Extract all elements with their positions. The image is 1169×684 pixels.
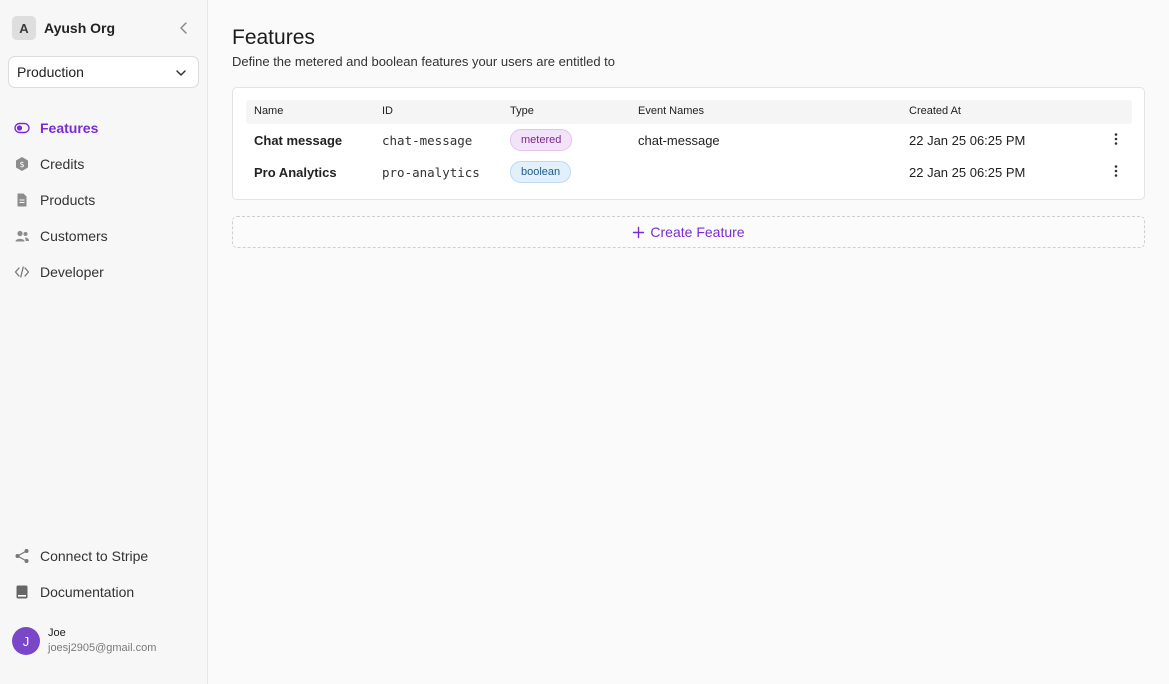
create-feature-label: Create Feature bbox=[650, 224, 745, 240]
org-switcher[interactable]: A Ayush Org bbox=[12, 16, 196, 40]
connect-stripe-label: Connect to Stripe bbox=[40, 548, 149, 564]
more-vertical-icon[interactable] bbox=[1108, 163, 1124, 179]
feature-name: Pro Analytics bbox=[254, 165, 337, 180]
feature-id: pro-analytics bbox=[382, 165, 480, 180]
sidebar-item-label: Credits bbox=[40, 156, 85, 172]
type-badge: metered bbox=[510, 129, 573, 151]
sidebar-item-developer[interactable]: Developer bbox=[12, 254, 196, 290]
documentation-label: Documentation bbox=[40, 584, 135, 600]
share-nodes-icon bbox=[12, 548, 36, 564]
page-title: Features bbox=[232, 26, 315, 49]
created-at: 22 Jan 25 06:25 PM bbox=[909, 165, 1026, 180]
sidebar-bottom-nav: Connect to Stripe Documentation bbox=[12, 538, 196, 610]
sidebar-item-customers[interactable]: Customers bbox=[12, 218, 196, 254]
sidebar-nav: Features $ Credits Products Customers De… bbox=[12, 110, 196, 290]
avatar: J bbox=[12, 627, 40, 655]
feature-name: Chat message bbox=[254, 133, 343, 148]
chevron-down-icon bbox=[176, 70, 186, 76]
org-avatar: A bbox=[12, 16, 36, 40]
sidebar-item-label: Features bbox=[40, 120, 99, 136]
main-content: Features Define the metered and boolean … bbox=[208, 0, 1169, 684]
column-header-name: Name bbox=[254, 105, 284, 117]
event-names: chat-message bbox=[638, 133, 720, 148]
column-header-type: Type bbox=[510, 105, 534, 117]
environment-select-value: Production bbox=[17, 64, 84, 80]
column-header-id: ID bbox=[382, 105, 393, 117]
book-icon bbox=[12, 584, 36, 600]
column-header-created-at: Created At bbox=[909, 105, 961, 117]
page-subtitle: Define the metered and boolean features … bbox=[232, 54, 616, 69]
coin-icon: $ bbox=[12, 156, 36, 172]
users-icon bbox=[12, 228, 36, 244]
environment-select[interactable]: Production bbox=[8, 56, 199, 88]
sidebar-item-label: Customers bbox=[40, 228, 108, 244]
code-icon bbox=[12, 264, 36, 280]
document-icon bbox=[12, 192, 36, 208]
column-header-event-names: Event Names bbox=[638, 105, 705, 117]
sidebar-item-credits[interactable]: $ Credits bbox=[12, 146, 196, 182]
sidebar-item-label: Developer bbox=[40, 264, 104, 280]
user-name: Joe bbox=[48, 627, 66, 639]
connect-stripe-link[interactable]: Connect to Stripe bbox=[12, 538, 196, 574]
features-table: Name ID Type Event Names Created At Chat… bbox=[232, 87, 1145, 200]
svg-text:$: $ bbox=[19, 160, 24, 169]
table-row[interactable]: Pro Analytics pro-analytics boolean 22 J… bbox=[246, 157, 1132, 187]
feature-id: chat-message bbox=[382, 133, 473, 148]
collapse-sidebar-icon[interactable] bbox=[176, 20, 192, 36]
table-header: Name ID Type Event Names Created At bbox=[246, 100, 1132, 124]
sidebar-item-products[interactable]: Products bbox=[12, 182, 196, 218]
created-at: 22 Jan 25 06:25 PM bbox=[909, 133, 1026, 148]
toggle-icon bbox=[12, 120, 36, 136]
user-profile[interactable]: J Joe joesj2905@gmail.com bbox=[12, 624, 196, 658]
create-feature-button[interactable]: Create Feature bbox=[232, 216, 1145, 248]
sidebar-item-label: Products bbox=[40, 192, 96, 208]
org-name: Ayush Org bbox=[44, 20, 116, 36]
sidebar-item-features[interactable]: Features bbox=[12, 110, 196, 146]
user-email: joesj2905@gmail.com bbox=[48, 642, 157, 654]
type-badge: boolean bbox=[510, 161, 572, 183]
sidebar: A Ayush Org Production Features $ Credit… bbox=[0, 0, 208, 684]
documentation-link[interactable]: Documentation bbox=[12, 574, 196, 610]
table-row[interactable]: Chat message chat-message metered chat-m… bbox=[246, 125, 1132, 155]
more-vertical-icon[interactable] bbox=[1108, 131, 1124, 147]
plus-icon bbox=[633, 226, 645, 238]
